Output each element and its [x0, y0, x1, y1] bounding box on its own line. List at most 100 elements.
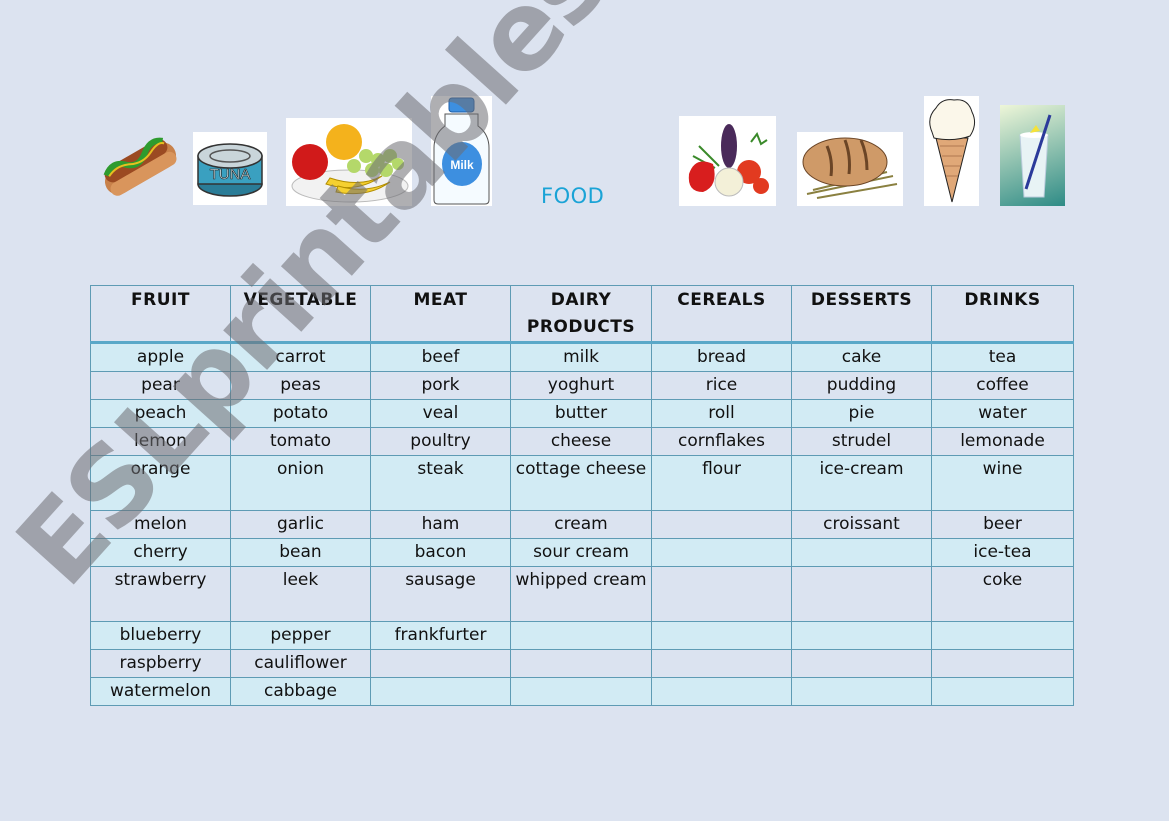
table-cell: cherry	[90, 538, 231, 567]
table-cell: frankfurter	[370, 621, 511, 650]
hot-dog-icon	[103, 137, 177, 196]
table-cell	[370, 677, 511, 706]
table-cell: milk	[510, 342, 652, 372]
table-cell	[651, 566, 792, 622]
table-cell: pie	[791, 399, 932, 428]
table-row: strawberry leek sausage whipped cream coke	[90, 566, 1074, 622]
table-cell: pork	[370, 371, 511, 400]
milk-bottle-icon: Milk	[433, 97, 490, 205]
table-cell: cauliflower	[230, 649, 371, 678]
header-desserts: DESSERTS	[791, 285, 932, 344]
table-row: peach potato veal butter roll pie water	[90, 399, 1074, 428]
svg-text:TUNA: TUNA	[210, 166, 251, 183]
table-cell: bacon	[370, 538, 511, 567]
table-cell	[931, 649, 1074, 678]
table-cell: leek	[230, 566, 371, 622]
glass-of-water-icon	[1019, 114, 1052, 198]
table-cell: beef	[370, 342, 511, 372]
table-cell: pepper	[230, 621, 371, 650]
table-cell: carrot	[230, 342, 371, 372]
table-cell: ice-cream	[791, 455, 932, 511]
vegetables-icon	[688, 124, 769, 197]
table-cell: yoghurt	[510, 371, 652, 400]
table-row: pear peas pork yoghurt rice pudding coffee	[90, 371, 1074, 400]
food-table: FRUIT VEGETABLE MEAT DAIRY PRODUCTS CERE…	[90, 285, 1074, 706]
table-cell: tea	[931, 342, 1074, 372]
table-cell: orange	[90, 455, 231, 511]
bread-image	[797, 132, 903, 206]
bread-icon	[802, 137, 898, 199]
table-cell	[651, 538, 792, 567]
table-cell	[510, 649, 652, 678]
table-cell	[510, 677, 652, 706]
table-cell	[791, 538, 932, 567]
table-cell	[791, 649, 932, 678]
table-cell: cabbage	[230, 677, 371, 706]
table-cell: ham	[370, 510, 511, 539]
table-cell: croissant	[791, 510, 932, 539]
drink-image	[1000, 105, 1065, 206]
header-cereals: CEREALS	[651, 285, 792, 344]
table-cell: roll	[651, 399, 792, 428]
table-cell	[791, 621, 932, 650]
table-cell: veal	[370, 399, 511, 428]
table-row: blueberry pepper frankfurter	[90, 621, 1074, 650]
table-cell: bread	[651, 342, 792, 372]
table-cell: apple	[90, 342, 231, 372]
table-cell: strudel	[791, 427, 932, 456]
table-cell	[651, 649, 792, 678]
table-cell: melon	[90, 510, 231, 539]
table-row: orange onion steak cottage cheese flour ice-c…	[90, 455, 1074, 511]
table-cell	[931, 677, 1074, 706]
ice-cream-image	[924, 96, 979, 206]
svg-text:Milk: Milk	[450, 158, 474, 172]
table-cell: beer	[931, 510, 1074, 539]
table-cell: poultry	[370, 427, 511, 456]
header-fruit: FRUIT	[90, 285, 231, 344]
table-row: lemon tomato poultry cheese cornflakes strude…	[90, 427, 1074, 456]
table-cell: garlic	[230, 510, 371, 539]
table-cell	[651, 677, 792, 706]
table-cell: cottage cheese	[510, 455, 652, 511]
table-cell: sausage	[370, 566, 511, 622]
table-cell: cream	[510, 510, 652, 539]
page-title: FOOD	[541, 184, 605, 208]
table-cell	[791, 677, 932, 706]
header-vegetable: VEGETABLE	[230, 285, 371, 344]
table-row: cherry bean bacon sour cream ice-tea	[90, 538, 1074, 567]
header-drinks: DRINKS	[931, 285, 1074, 344]
table-cell: coke	[931, 566, 1074, 622]
tuna-can-image: TUNA	[193, 132, 267, 205]
table-cell: bean	[230, 538, 371, 567]
table-cell	[791, 566, 932, 622]
table-cell: cheese	[510, 427, 652, 456]
table-cell: watermelon	[90, 677, 231, 706]
table-cell: flour	[651, 455, 792, 511]
table-cell: peach	[90, 399, 231, 428]
table-cell: wine	[931, 455, 1074, 511]
table-cell: steak	[370, 455, 511, 511]
table-cell: cake	[791, 342, 932, 372]
table-cell: lemon	[90, 427, 231, 456]
table-cell: sour cream	[510, 538, 652, 567]
table-cell: potato	[230, 399, 371, 428]
ice-cream-icon	[929, 99, 976, 203]
table-cell	[651, 621, 792, 650]
table-cell: rice	[651, 371, 792, 400]
table-row: raspberry cauliflower	[90, 649, 1074, 678]
table-cell: water	[931, 399, 1074, 428]
table-cell: strawberry	[90, 566, 231, 622]
table-cell: onion	[230, 455, 371, 511]
milk-bottle-image: Milk	[431, 96, 492, 206]
header-row: FRUIT VEGETABLE MEAT DAIRY PRODUCTS CERE…	[90, 285, 1074, 344]
tuna-can-icon: TUNA	[197, 143, 263, 197]
table-cell: coffee	[931, 371, 1074, 400]
table-cell: tomato	[230, 427, 371, 456]
table-row: melon garlic ham cream croissant beer	[90, 510, 1074, 539]
table-row: watermelon cabbage	[90, 677, 1074, 706]
table-cell: lemonade	[931, 427, 1074, 456]
table-row: apple carrot beef milk bread cake tea	[90, 342, 1074, 372]
table-cell: ice-tea	[931, 538, 1074, 567]
header-meat: MEAT	[370, 285, 511, 344]
table-cell: pear	[90, 371, 231, 400]
